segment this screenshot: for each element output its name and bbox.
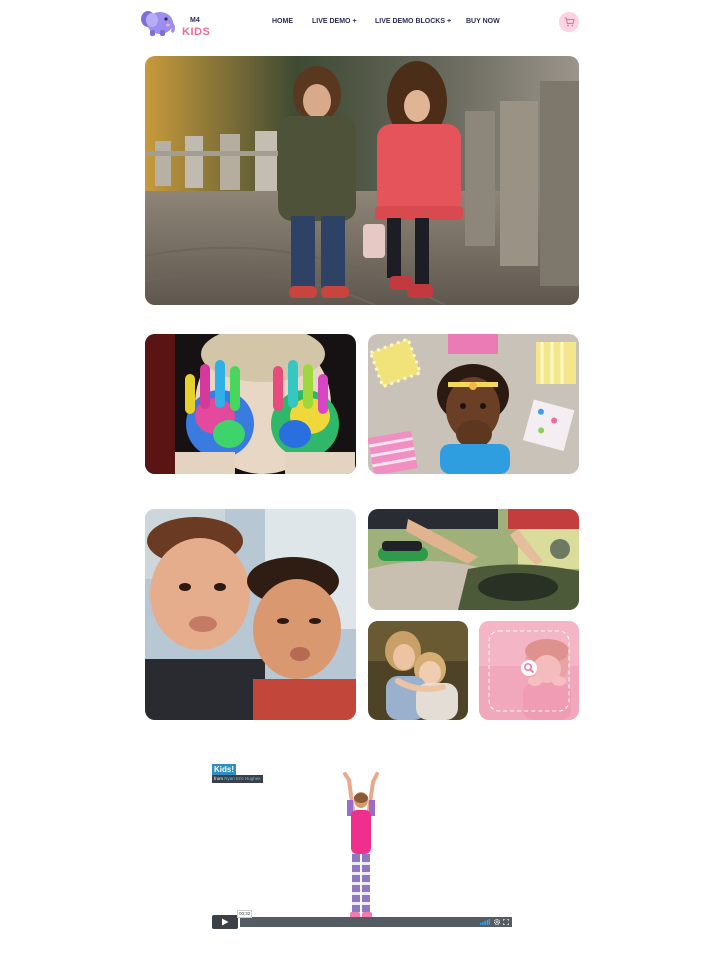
gear-icon[interactable]: [494, 919, 500, 925]
cart-button[interactable]: [559, 12, 579, 32]
smiling-girl-photo[interactable]: [479, 621, 579, 720]
sisters-hugging-photo[interactable]: [368, 621, 468, 720]
time-display: 00:32: [237, 910, 253, 918]
painted-hands-photo[interactable]: [145, 334, 356, 474]
video-frame-dancing-girl: [343, 772, 379, 918]
girl-covering-mouth-image: [368, 334, 579, 474]
play-icon: [222, 918, 229, 926]
nav-item-home[interactable]: HOME: [272, 14, 293, 30]
video-controls: 00:32: [211, 910, 513, 930]
logo-text-top: M4: [190, 17, 200, 24]
video-title[interactable]: Kids!: [212, 764, 236, 775]
nav-item-live-demo[interactable]: LIVE DEMO +: [312, 14, 357, 30]
hero-photo[interactable]: [145, 56, 579, 305]
kids-at-water-photo[interactable]: [368, 509, 579, 610]
site-header: M4 KIDS HOME LIVE DEMO + LIVE DEMO BLOCK…: [0, 0, 724, 44]
video-byline[interactable]: from Ryan Eric Hughes: [212, 775, 263, 783]
painted-hands-image: [145, 334, 356, 474]
fullscreen-icon[interactable]: [503, 919, 509, 925]
elephant-logo-icon: [141, 11, 175, 36]
kids-at-water-image: [368, 509, 579, 610]
nav-item-buy-now[interactable]: BUY NOW: [466, 14, 500, 30]
site-logo[interactable]: M4 KIDS: [140, 6, 212, 38]
nav-item-live-demo-blocks[interactable]: LIVE DEMO BLOCKS +: [375, 14, 451, 30]
shopping-cart-icon: [564, 17, 575, 27]
girl-covering-mouth-photo[interactable]: [368, 334, 579, 474]
progress-bar[interactable]: 00:32: [237, 910, 512, 927]
play-button[interactable]: [212, 915, 238, 929]
volume-icon[interactable]: [480, 919, 490, 925]
sisters-hugging-image: [368, 621, 468, 720]
video-byline-from: from: [214, 776, 223, 781]
boys-funny-faces-image: [145, 509, 356, 720]
search-icon[interactable]: [521, 660, 537, 676]
video-author[interactable]: Ryan Eric Hughes: [224, 776, 260, 781]
boys-funny-faces-photo[interactable]: [145, 509, 356, 720]
hero-photo-image: [145, 56, 579, 305]
logo-text-bottom: KIDS: [182, 26, 211, 38]
video-player[interactable]: Kids! from Ryan Eric Hughes 00:32: [211, 760, 513, 930]
